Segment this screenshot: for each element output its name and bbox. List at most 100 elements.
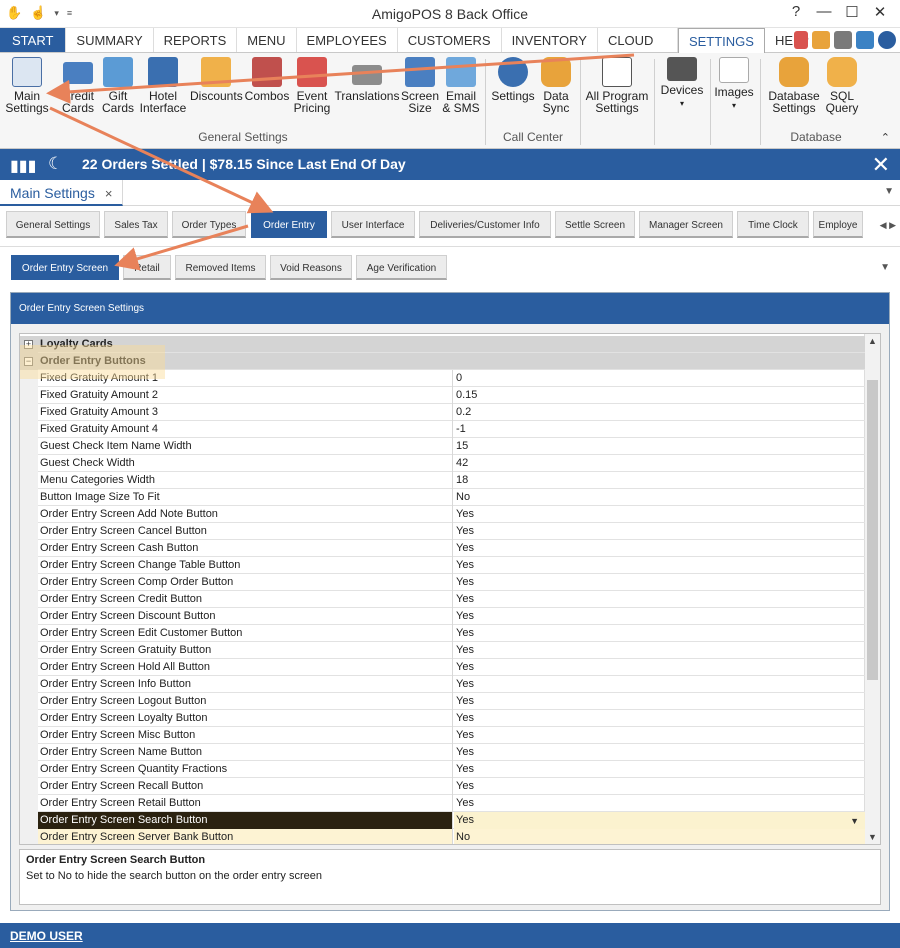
property-row[interactable]: Order Entry Screen Search Button Yes ▼ [20,812,865,829]
property-row[interactable]: Order Entry Screen Retail Button Yes [20,795,865,812]
property-row[interactable]: Order Entry Screen Misc Button Yes [20,727,865,744]
help-icon[interactable]: ? [782,3,810,21]
tab-removed-items[interactable]: Removed Items [175,255,266,280]
help-circle-icon[interactable] [878,31,896,49]
scroll-up-icon[interactable]: ▲ [868,336,877,346]
discounts-button[interactable]: Discounts [190,57,243,102]
database-settings-button[interactable]: Database Settings [766,57,822,114]
screen-size-button[interactable]: Screen Size [400,57,440,114]
property-value[interactable]: Yes [454,574,865,591]
tab-cloud[interactable]: CLOUD [598,28,678,52]
property-value[interactable]: Yes [454,693,865,710]
scrollbar-thumb[interactable] [867,380,878,680]
property-value[interactable]: Yes [454,744,865,761]
property-row[interactable]: Order Entry Screen Quantity Fractions Yes [20,761,865,778]
tab-inventory[interactable]: INVENTORY [502,28,598,52]
main-settings-button[interactable]: Main Settings [4,57,50,114]
property-value[interactable]: Yes [454,591,865,608]
property-value[interactable]: 18 [454,472,865,489]
property-row[interactable]: Order Entry Screen Hold All Button Yes [20,659,865,676]
gears-icon[interactable] [834,31,852,49]
property-row[interactable]: Order Entry Screen Comp Order Button Yes [20,574,865,591]
property-value[interactable]: Yes [454,710,865,727]
property-row[interactable]: Order Entry Screen Loyalty Button Yes [20,710,865,727]
data-sync-button[interactable]: Data Sync [538,57,574,114]
property-value[interactable]: 15 [454,438,865,455]
close-icon[interactable]: ✕ [872,152,890,178]
property-value[interactable]: Yes [454,540,865,557]
hotel-interface-button[interactable]: Hotel Interface [138,57,188,114]
property-value[interactable]: Yes [454,778,865,795]
property-value[interactable]: Yes [454,676,865,693]
tab-deliveries-customer-info[interactable]: Deliveries/Customer Info [419,211,551,238]
tab-menu[interactable]: MENU [237,28,297,52]
night-mode-icon[interactable]: ☾ [48,154,63,174]
property-row[interactable]: Order Entry Screen Discount Button Yes [20,608,865,625]
property-value[interactable]: Yes [454,642,865,659]
tab-employees[interactable]: EMPLOYEES [297,28,398,52]
event-pricing-button[interactable]: Event Pricing [290,57,334,114]
property-row[interactable]: Order Entry Screen Cancel Button Yes [20,523,865,540]
tab-general-settings[interactable]: General Settings [6,211,100,238]
property-row[interactable]: Button Image Size To Fit No [20,489,865,506]
tab-void-reasons[interactable]: Void Reasons [270,255,352,280]
doc-tab-main-settings[interactable]: Main Settings × [0,180,124,206]
bar-chart-icon[interactable]: ▮▮▮ [10,156,36,176]
property-value[interactable]: Yes [454,625,865,642]
property-value[interactable]: Yes [454,659,865,676]
property-value[interactable]: Yes [454,795,865,812]
property-value[interactable]: Yes [454,608,865,625]
add-database-icon[interactable] [812,31,830,49]
scroll-down-icon[interactable]: ▼ [868,832,877,842]
property-row[interactable]: Guest Check Width 42 [20,455,865,472]
close-button[interactable]: ✕ [866,3,894,21]
property-row[interactable]: Order Entry Screen Logout Button Yes [20,693,865,710]
property-value[interactable]: Yes [454,523,865,540]
chevron-down-icon[interactable]: ▼ [884,186,894,197]
tab-employee[interactable]: Employe [813,211,863,238]
property-row[interactable]: Fixed Gratuity Amount 2 0.15 [20,387,865,404]
property-row[interactable]: Menu Categories Width 18 [20,472,865,489]
tab-settings[interactable]: SETTINGS [677,28,765,54]
property-value[interactable]: 0 [454,370,865,387]
property-value[interactable]: No [454,489,865,506]
collapse-ribbon-icon[interactable]: ⌃ [881,131,890,144]
chevron-down-icon[interactable]: ▼ [880,262,890,273]
gift-cards-button[interactable]: Gift Cards [98,57,138,114]
tab-order-entry-screen[interactable]: Order Entry Screen [11,255,119,280]
lock-icon[interactable] [794,31,808,49]
tab-settle-screen[interactable]: Settle Screen [555,211,635,238]
property-row[interactable]: Order Entry Screen Recall Button Yes [20,778,865,795]
all-program-settings-button[interactable]: All Program Settings [584,57,650,114]
property-row[interactable]: Guest Check Item Name Width 15 [20,438,865,455]
tab-scroll-arrows[interactable]: ◀ ▶ [880,220,896,231]
property-value[interactable]: 42 [454,455,865,472]
current-user-link[interactable]: DEMO USER [10,929,83,943]
property-row[interactable]: Order Entry Screen Change Table Button Ye… [20,557,865,574]
property-row[interactable]: Order Entry Screen Credit Button Yes [20,591,865,608]
property-value[interactable]: 0.15 [454,387,865,404]
maximize-button[interactable]: ☐ [838,3,866,21]
property-row[interactable]: Order Entry Screen Add Note Button Yes [20,506,865,523]
property-row[interactable]: Order Entry Screen Name Button Yes [20,744,865,761]
tab-summary[interactable]: SUMMARY [66,28,154,52]
property-value[interactable]: 0.2 [454,404,865,421]
email-sms-button[interactable]: Email & SMS [440,57,482,114]
combos-button[interactable]: Combos [244,57,290,102]
images-button[interactable]: Images ▾ [712,57,756,112]
call-center-settings-button[interactable]: Settings [488,57,538,102]
property-row[interactable]: Order Entry Screen Server Bank Button No [20,829,865,844]
property-value[interactable]: Yes [454,727,865,744]
dropdown-arrow-icon[interactable]: ▼ [850,813,859,830]
property-value[interactable]: No [454,829,865,844]
credit-cards-button[interactable]: Credit Cards [56,57,100,114]
property-value[interactable]: Yes ▼ [454,812,865,829]
tab-user-interface[interactable]: User Interface [331,211,415,238]
tab-time-clock[interactable]: Time Clock [737,211,809,238]
property-row[interactable]: Order Entry Screen Edit Customer Button Y… [20,625,865,642]
twitter-icon[interactable] [856,31,874,49]
devices-button[interactable]: Devices ▾ [658,57,706,110]
tab-start[interactable]: START [0,28,67,52]
property-row[interactable]: Fixed Gratuity Amount 4 -1 [20,421,865,438]
tab-reports[interactable]: REPORTS [154,28,238,52]
